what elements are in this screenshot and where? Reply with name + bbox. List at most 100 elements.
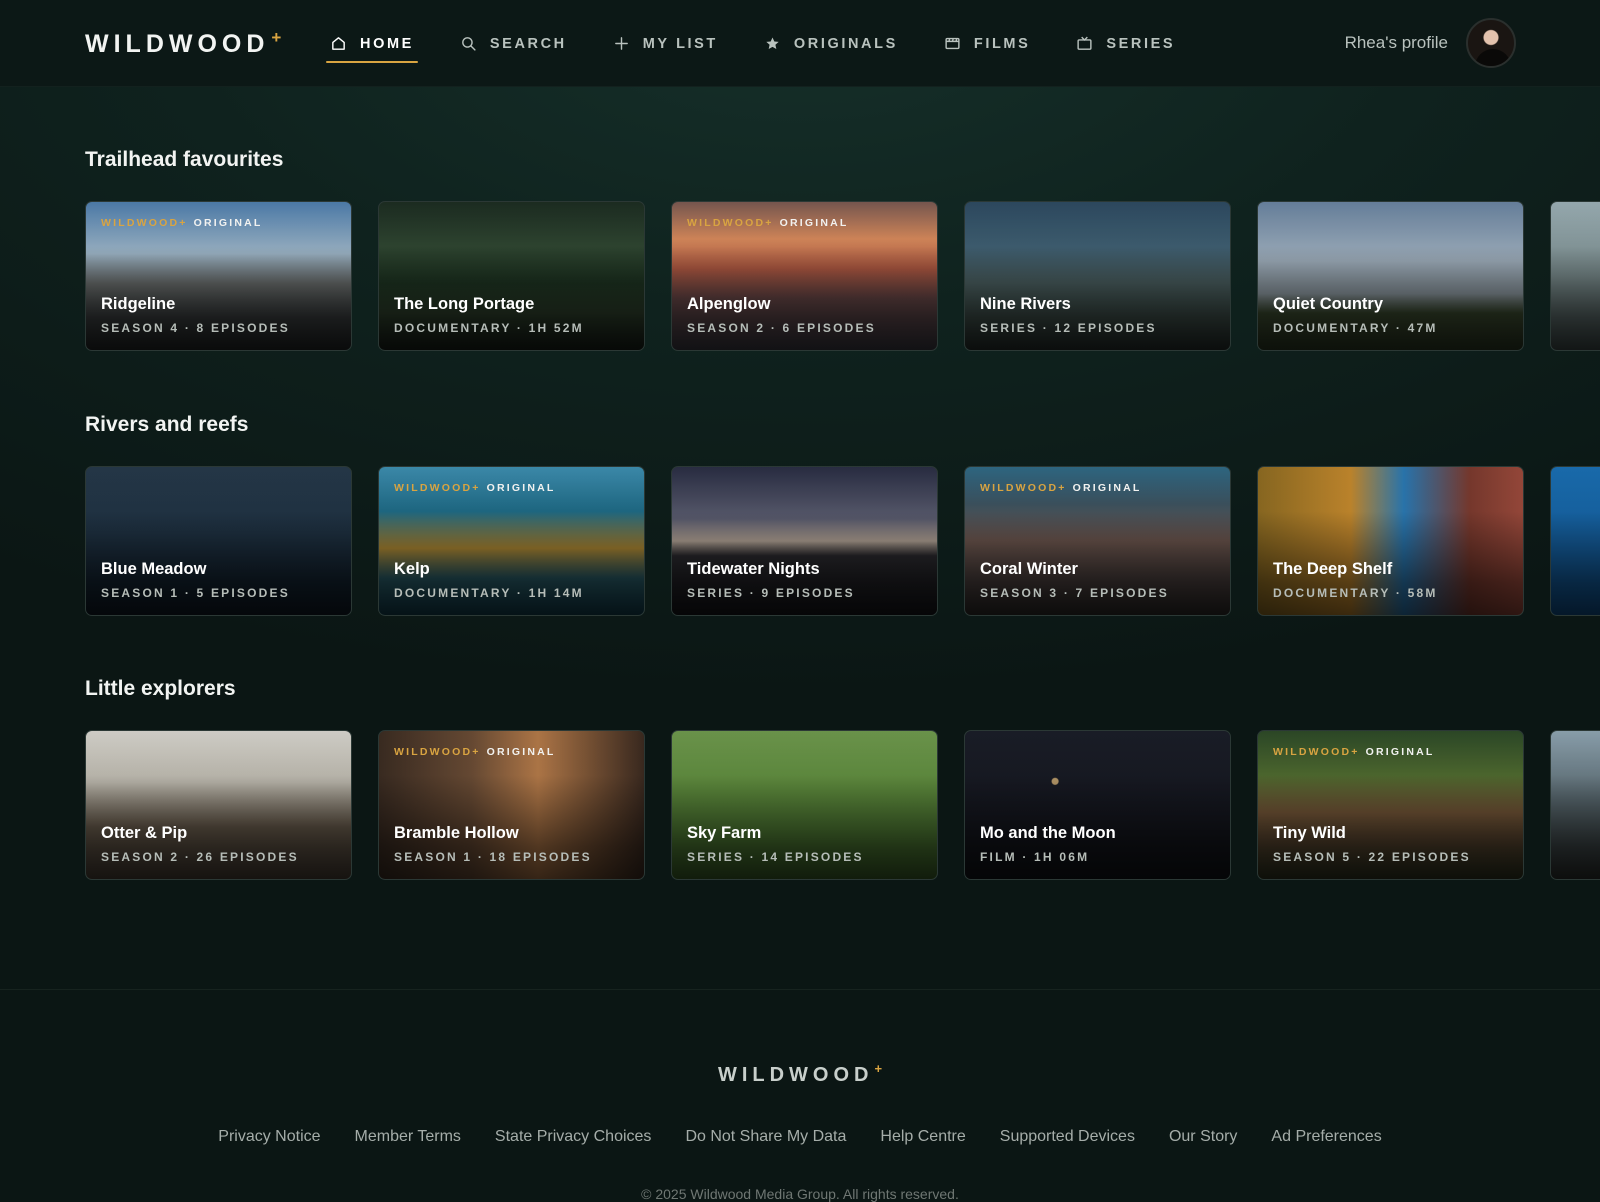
card-meta: SERIES · 12 EPISODES [980, 321, 1157, 335]
title-card[interactable]: The Long Portage DOCUMENTARY · 1H 52M [378, 201, 645, 351]
footer-link-supported-devices[interactable]: Supported Devices [1000, 1128, 1135, 1146]
profile-name: Rhea's profile [1344, 33, 1448, 52]
title-card[interactable]: WILDWOOD+ ORIGINAL Bramble Hollow SEASON 1 … [378, 730, 645, 880]
footer-link-ad-preferences[interactable]: Ad Preferences [1271, 1128, 1381, 1146]
footer-link-member-terms[interactable]: Member Terms [355, 1128, 461, 1146]
card-meta: SEASON 4 · 8 EPISODES [101, 321, 290, 335]
brand-logo[interactable]: WILDWOOD + [85, 28, 282, 59]
card-artwork-shade [1551, 467, 1600, 615]
nav-my-list[interactable]: MY LIST [613, 0, 718, 87]
original-badge-brand: WILDWOOD+ [980, 482, 1067, 494]
card-meta: SEASON 1 · 5 EPISODES [101, 586, 290, 600]
card-artwork-shade [1551, 731, 1600, 879]
title-card[interactable]: WILDWOOD+ ORIGINAL Ridgeline SEASON 4 · 8 E… [85, 201, 352, 351]
card-title: Quiet Country [1273, 295, 1383, 313]
footer-link-our-story[interactable]: Our Story [1169, 1128, 1237, 1146]
brand-mark: + [271, 28, 282, 47]
original-badge-brand: WILDWOOD+ [101, 217, 188, 229]
title-card[interactable]: Tidewater Nights SERIES · 9 EPISODES [671, 466, 938, 616]
title-card[interactable]: Quiet Country DOCUMENTARY · 47M [1257, 201, 1524, 351]
card-meta: SEASON 2 · 6 EPISODES [687, 321, 876, 335]
nav-films[interactable]: FILMS [944, 0, 1031, 87]
original-badge-tag: ORIGINAL [779, 217, 849, 229]
card-meta: DOCUMENTARY · 58M [1273, 586, 1438, 600]
original-badge-brand: WILDWOOD+ [1273, 746, 1360, 758]
card-title: The Deep Shelf [1273, 560, 1393, 578]
nav-series[interactable]: SERIES [1076, 0, 1175, 87]
original-badge-brand: WILDWOOD+ [394, 482, 481, 494]
tv-icon [1076, 35, 1093, 52]
card-title: Kelp [394, 560, 430, 578]
brand-name: WILDWOOD [85, 30, 270, 58]
original-badge-tag: ORIGINAL [486, 482, 556, 494]
row-title: Rivers and reefs [85, 413, 249, 436]
title-card[interactable]: Otter & Pip SEASON 2 · 26 EPISODES [85, 730, 352, 880]
original-badge-tag: ORIGINAL [486, 746, 556, 758]
avatar[interactable] [1466, 18, 1516, 68]
card-meta: SERIES · 14 EPISODES [687, 850, 864, 864]
title-card[interactable]: Nine Rivers SERIES · 12 EPISODES [964, 201, 1231, 351]
title-card-partial[interactable] [1550, 466, 1600, 616]
row-title: Trailhead favourites [85, 148, 284, 171]
card-artwork-shade [1551, 202, 1600, 350]
nav-my-list-label: MY LIST [642, 35, 718, 52]
card-meta: DOCUMENTARY · 1H 52M [394, 321, 584, 335]
card-title: Tidewater Nights [687, 560, 820, 578]
nav-home[interactable]: HOME [326, 0, 418, 87]
title-card-partial[interactable] [1550, 730, 1600, 880]
footer-brand-logo: WILDWOOD+ [0, 1061, 1600, 1087]
card-title: Bramble Hollow [394, 824, 519, 842]
row-carousel: Otter & Pip SEASON 2 · 26 EPISODES WILDWOO… [85, 730, 1600, 880]
card-meta: SEASON 1 · 18 EPISODES [394, 850, 592, 864]
top-navigation-bar: WILDWOOD+ HOME SEARCH MY LIST ORIGINALS [0, 0, 1600, 87]
profile-menu[interactable]: Rhea's profile [1345, 18, 1516, 68]
card-title: The Long Portage [394, 295, 535, 313]
card-title: Blue Meadow [101, 560, 207, 578]
title-card[interactable]: WILDWOOD+ ORIGINAL Coral Winter SEASON 3 · … [964, 466, 1231, 616]
search-icon [460, 35, 477, 52]
title-card[interactable]: Sky Farm SERIES · 14 EPISODES [671, 730, 938, 880]
row-carousel: Blue Meadow SEASON 1 · 5 EPISODES WILDWOOD… [85, 466, 1600, 616]
nav-home-label: HOME [360, 35, 414, 52]
original-badge-brand: WILDWOOD+ [687, 217, 774, 229]
footer-link-state-privacy-choices[interactable]: State Privacy Choices [495, 1128, 652, 1146]
card-meta: DOCUMENTARY · 47M [1273, 321, 1438, 335]
film-icon [944, 35, 961, 52]
title-card[interactable]: The Deep Shelf DOCUMENTARY · 58M [1257, 466, 1524, 616]
original-badge: WILDWOOD+ ORIGINAL [687, 217, 849, 229]
card-title: Alpenglow [687, 295, 771, 313]
original-badge: WILDWOOD+ ORIGINAL [101, 217, 263, 229]
nav-search[interactable]: SEARCH [460, 0, 567, 87]
title-card[interactable]: Mo and the Moon FILM · 1H 06M [964, 730, 1231, 880]
row-title: Little explorers [85, 677, 236, 700]
card-title: Mo and the Moon [980, 824, 1116, 842]
footer-link-do-not-share[interactable]: Do Not Share My Data [685, 1128, 846, 1146]
card-title: Otter & Pip [101, 824, 188, 842]
footer-divider [0, 989, 1600, 990]
card-title: Nine Rivers [980, 295, 1071, 313]
original-badge: WILDWOOD+ ORIGINAL [980, 482, 1142, 494]
nav-search-label: SEARCH [489, 35, 567, 52]
card-meta: SEASON 2 · 26 EPISODES [101, 850, 299, 864]
title-card[interactable]: Blue Meadow SEASON 1 · 5 EPISODES [85, 466, 352, 616]
card-meta: SEASON 5 · 22 EPISODES [1273, 850, 1471, 864]
star-icon [764, 35, 781, 52]
nav-originals[interactable]: ORIGINALS [764, 0, 898, 87]
card-title: Sky Farm [687, 824, 762, 842]
card-title: Coral Winter [980, 560, 1078, 578]
nav-originals-label: ORIGINALS [793, 35, 898, 52]
title-card[interactable]: WILDWOOD+ ORIGINAL Tiny Wild SEASON 5 · 22 … [1257, 730, 1524, 880]
footer-link-help-centre[interactable]: Help Centre [880, 1128, 965, 1146]
original-badge-tag: ORIGINAL [1072, 482, 1142, 494]
nav-series-label: SERIES [1106, 35, 1176, 52]
plus-icon [613, 35, 630, 52]
footer-link-privacy-notice[interactable]: Privacy Notice [218, 1128, 320, 1146]
original-badge-tag: ORIGINAL [1365, 746, 1435, 758]
row-carousel: WILDWOOD+ ORIGINAL Ridgeline SEASON 4 · 8 E… [85, 201, 1600, 351]
original-badge-brand: WILDWOOD+ [394, 746, 481, 758]
title-card[interactable]: WILDWOOD+ ORIGINAL Alpenglow SEASON 2 · 6 E… [671, 201, 938, 351]
footer-brand-mark: + [874, 1061, 883, 1076]
title-card[interactable]: WILDWOOD+ ORIGINAL Kelp DOCUMENTARY · 1H 14… [378, 466, 645, 616]
card-title: Ridgeline [101, 295, 176, 313]
title-card-partial[interactable] [1550, 201, 1600, 351]
